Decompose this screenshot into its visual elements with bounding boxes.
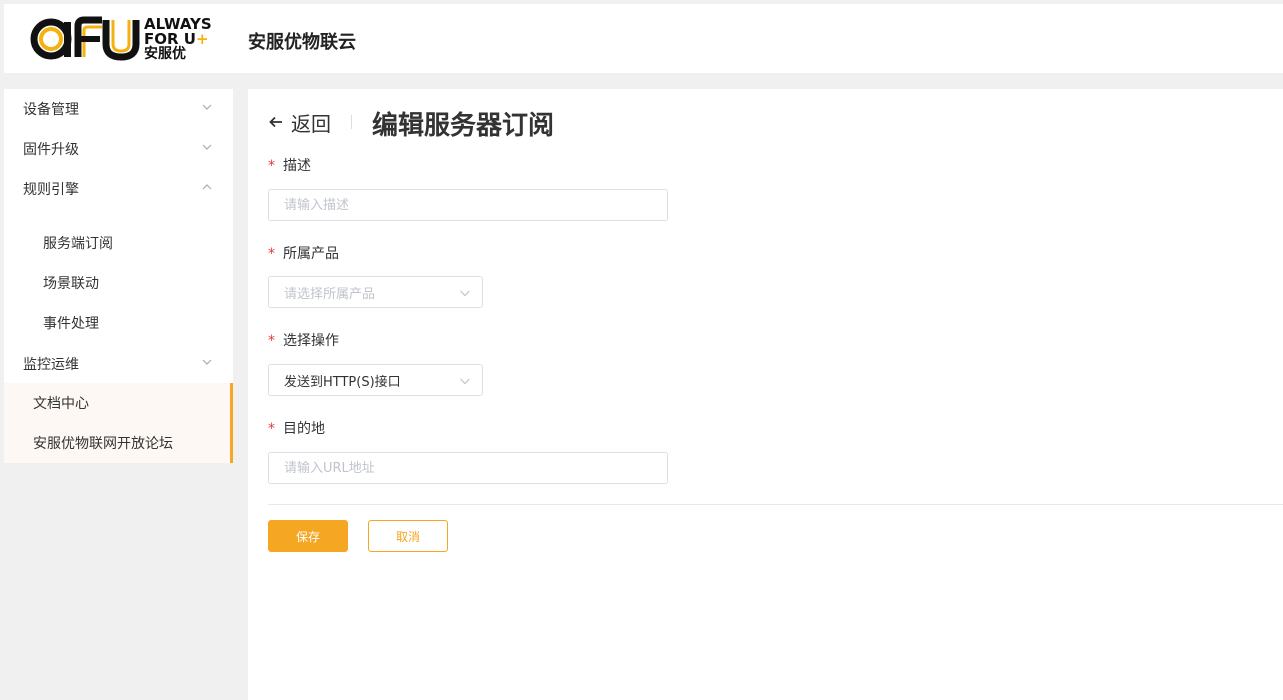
sidebar: 设备管理 固件升级 规则引擎 服务端订阅 场景联动 事件处理 监控运维 文档中心… — [4, 89, 233, 463]
required-mark: * — [268, 158, 275, 174]
sidebar-item-device-management[interactable]: 设备管理 — [4, 89, 233, 129]
sidebar-item-label: 事件处理 — [43, 316, 99, 332]
sidebar-item-forum[interactable]: 安服优物联网开放论坛 — [4, 423, 233, 463]
product-label-text: 所属产品 — [283, 246, 339, 262]
sidebar-item-label: 服务端订阅 — [43, 236, 113, 252]
description-input[interactable] — [268, 189, 668, 221]
sidebar-item-label: 场景联动 — [43, 276, 99, 292]
destination-label: * 目的地 — [268, 418, 325, 438]
operation-select-value: 发送到HTTP(S)接口 — [284, 374, 401, 390]
sidebar-item-scene-linkage[interactable]: 场景联动 — [4, 263, 233, 303]
required-mark: * — [268, 421, 275, 437]
sidebar-item-doc-center[interactable]: 文档中心 — [4, 383, 233, 423]
product-label: * 所属产品 — [268, 243, 339, 263]
description-label: * 描述 — [268, 155, 311, 175]
chevron-up-icon — [202, 184, 212, 190]
chevron-down-icon — [202, 104, 212, 110]
top-header: ALWAYS FOR U+ 安服优 安服优物联云 — [4, 4, 1283, 73]
back-label: 返回 — [291, 111, 331, 136]
title-divider — [351, 115, 352, 129]
sidebar-item-label: 设备管理 — [23, 102, 79, 118]
product-select-placeholder: 请选择所属产品 — [284, 286, 376, 302]
operation-label-text: 选择操作 — [283, 333, 339, 349]
sidebar-item-server-subscription[interactable]: 服务端订阅 — [4, 223, 233, 263]
sidebar-item-monitoring-ops[interactable]: 监控运维 — [4, 344, 233, 384]
afu-logo[interactable]: ALWAYS FOR U+ 安服优 — [28, 12, 218, 66]
sidebar-item-rule-engine[interactable]: 规则引擎 — [4, 169, 233, 209]
sidebar-item-label: 固件升级 — [23, 142, 79, 158]
chevron-down-icon — [460, 290, 470, 297]
page-title: 编辑服务器订阅 — [372, 111, 555, 141]
back-button[interactable]: 返回 — [268, 109, 331, 136]
logo-cn: 安服优 — [144, 46, 186, 62]
sidebar-item-firmware-upgrade[interactable]: 固件升级 — [4, 129, 233, 169]
chevron-down-icon — [460, 378, 470, 385]
description-label-text: 描述 — [283, 158, 311, 174]
sidebar-item-label: 监控运维 — [23, 357, 79, 373]
cancel-button[interactable]: 取消 — [368, 520, 448, 552]
save-button[interactable]: 保存 — [268, 520, 348, 552]
app-title: 安服优物联云 — [248, 32, 356, 53]
destination-label-text: 目的地 — [283, 421, 325, 437]
logo-tagline-2: FOR U+ — [144, 30, 209, 48]
sidebar-item-label: 文档中心 — [33, 396, 89, 412]
operation-label: * 选择操作 — [268, 330, 339, 350]
operation-select[interactable]: 发送到HTTP(S)接口 — [268, 364, 483, 396]
arrow-left-icon — [269, 116, 282, 128]
chevron-down-icon — [202, 144, 212, 150]
product-select[interactable]: 请选择所属产品 — [268, 276, 483, 308]
destination-url-input[interactable] — [268, 452, 668, 484]
chevron-down-icon — [202, 359, 212, 365]
required-mark: * — [268, 246, 275, 262]
sidebar-item-label: 规则引擎 — [23, 182, 79, 198]
main-content: 返回 编辑服务器订阅 * 描述 * 所属产品 请选择所属产品 * 选择操作 发送到HT… — [248, 89, 1283, 700]
form-divider — [268, 504, 1283, 505]
sidebar-item-label: 安服优物联网开放论坛 — [33, 436, 173, 452]
sidebar-item-event-handling[interactable]: 事件处理 — [4, 303, 233, 343]
required-mark: * — [268, 333, 275, 349]
